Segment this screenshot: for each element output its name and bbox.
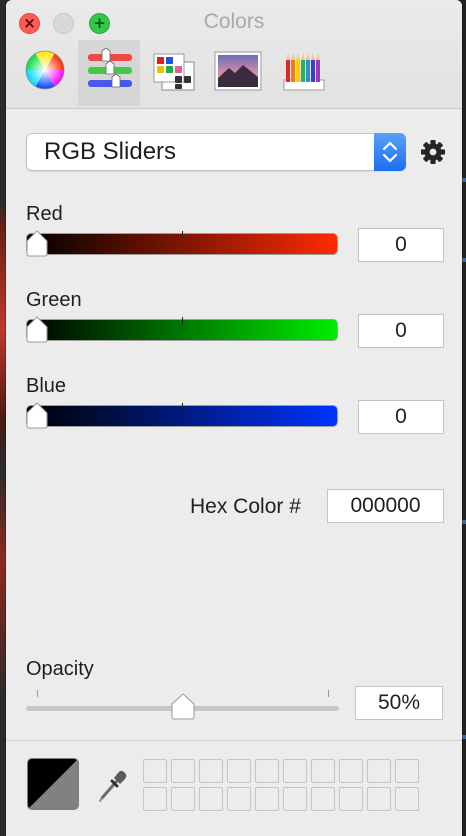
sliders-icon xyxy=(88,47,132,88)
color-swatch-cell[interactable] xyxy=(199,787,223,811)
window-title: Colors xyxy=(203,10,265,33)
opacity-max-tick xyxy=(328,690,329,697)
green-center-tick xyxy=(182,317,183,324)
pencils-icon xyxy=(283,53,325,91)
color-swatch-cell[interactable] xyxy=(199,759,223,783)
gear-icon[interactable] xyxy=(420,139,446,165)
blue-label: Blue xyxy=(26,375,67,397)
colors-panel-window: × + Colors RGB Sliders Red 0 Green 0 Blu… xyxy=(6,0,462,836)
blue-value-field[interactable]: 0 xyxy=(358,400,444,434)
current-color-preview xyxy=(28,759,78,809)
tab-image-palettes[interactable] xyxy=(207,40,269,106)
color-swatch-grid xyxy=(143,759,419,811)
red-center-tick xyxy=(182,231,183,238)
popup-stepper[interactable] xyxy=(374,133,406,171)
tab-color-sliders[interactable] xyxy=(78,40,140,106)
title-bar: × + Colors xyxy=(6,0,462,109)
color-swatch-cell[interactable] xyxy=(143,759,167,783)
color-swatch-cell[interactable] xyxy=(311,787,335,811)
tab-color-palettes[interactable] xyxy=(142,40,204,106)
red-slider-knob[interactable] xyxy=(26,229,48,257)
color-swatch-cell[interactable] xyxy=(395,759,419,783)
palette-icon xyxy=(153,53,195,91)
bottom-divider xyxy=(6,740,462,741)
tab-pencils[interactable] xyxy=(276,40,338,106)
color-swatch-cell[interactable] xyxy=(227,759,251,783)
color-swatch-cell[interactable] xyxy=(283,787,307,811)
hex-color-field[interactable]: 000000 xyxy=(327,489,444,523)
red-label: Red xyxy=(26,203,63,225)
color-swatch-cell[interactable] xyxy=(311,759,335,783)
blue-slider-knob[interactable] xyxy=(26,401,48,429)
color-swatch-cell[interactable] xyxy=(171,759,195,783)
hex-color-label: Hex Color # xyxy=(190,495,301,518)
image-icon xyxy=(214,51,262,91)
opacity-value-field[interactable]: 50% xyxy=(355,686,443,720)
color-swatch-cell[interactable] xyxy=(395,787,419,811)
color-mode-label: RGB Sliders xyxy=(44,138,177,165)
red-value-field[interactable]: 0 xyxy=(358,228,444,262)
chevron-up-down-icon xyxy=(382,141,398,163)
eyedropper-icon[interactable] xyxy=(94,764,130,804)
blue-center-tick xyxy=(182,403,183,410)
color-swatch-cell[interactable] xyxy=(227,787,251,811)
color-swatch-cell[interactable] xyxy=(143,787,167,811)
green-slider-knob[interactable] xyxy=(26,315,48,343)
color-swatch-cell[interactable] xyxy=(339,759,363,783)
tab-color-wheel[interactable] xyxy=(14,40,76,106)
color-swatch-cell[interactable] xyxy=(283,759,307,783)
opacity-label: Opacity xyxy=(26,658,94,680)
color-swatch-cell[interactable] xyxy=(367,759,391,783)
color-swatch-cell[interactable] xyxy=(255,787,279,811)
color-swatch-cell[interactable] xyxy=(367,787,391,811)
color-swatch-cell[interactable] xyxy=(255,759,279,783)
green-value-field[interactable]: 0 xyxy=(358,314,444,348)
opacity-slider-knob[interactable] xyxy=(171,692,195,720)
green-label: Green xyxy=(26,289,82,311)
opacity-min-tick xyxy=(37,690,38,697)
color-swatch-cell[interactable] xyxy=(171,787,195,811)
color-wheel-icon xyxy=(25,50,65,90)
color-swatch-cell[interactable] xyxy=(339,787,363,811)
current-color-swatch[interactable] xyxy=(27,758,79,810)
color-mode-popup[interactable]: RGB Sliders xyxy=(26,133,406,171)
